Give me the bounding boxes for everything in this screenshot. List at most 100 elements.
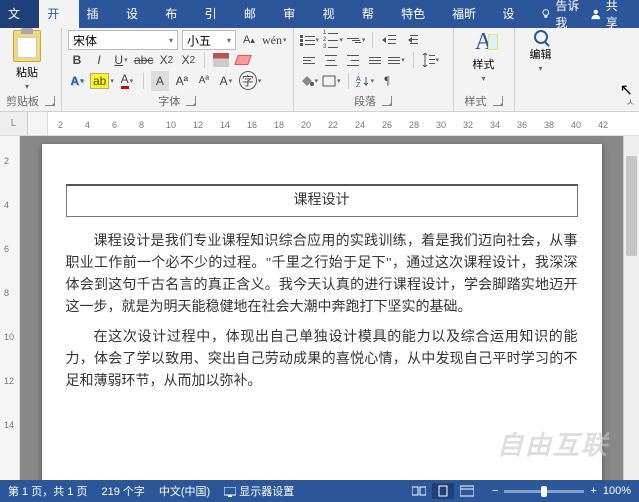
horizontal-ruler[interactable]: L 24681012141618202224262830323436384042 [0, 112, 639, 136]
outdent-icon [382, 34, 396, 46]
align-left-button[interactable] [300, 50, 318, 70]
eraser-icon [235, 55, 253, 65]
align-left-icon [303, 55, 315, 66]
tab-layout[interactable]: 布局 [157, 0, 196, 28]
tell-me[interactable]: 告诉我 [540, 0, 590, 31]
increase-indent-button[interactable] [402, 30, 420, 50]
strikethrough-button[interactable]: abc [134, 50, 153, 70]
group-styles: A 样式 ▾ 样式 [454, 28, 515, 111]
align-right-button[interactable] [344, 50, 362, 70]
tab-review[interactable]: 审阅 [275, 0, 314, 28]
bold-button[interactable]: B [68, 50, 86, 70]
grow-font-button[interactable]: A▴ [240, 30, 258, 50]
phonetic-guide-button[interactable]: wén [262, 30, 287, 50]
tab-help[interactable]: 帮助 [354, 0, 393, 28]
format-painter-button[interactable] [212, 50, 230, 70]
status-language[interactable]: 中文(中国) [159, 483, 210, 499]
paragraph-launcher[interactable] [382, 96, 392, 106]
styles-icon: A [475, 30, 492, 54]
font-color-button[interactable]: A [118, 71, 136, 91]
underline-button[interactable]: U [112, 50, 130, 70]
line-spacing-button[interactable] [421, 50, 440, 70]
distributed-button[interactable] [388, 50, 406, 70]
align-justify-button[interactable] [366, 50, 384, 70]
ruler-scale: 24681012141618202224262830323436384042 [48, 112, 639, 135]
numbering-button[interactable]: 123 [323, 30, 343, 50]
clipboard-launcher[interactable] [45, 96, 55, 106]
tab-insert[interactable]: 插入 [79, 0, 118, 28]
zoom-out-button[interactable]: − [492, 485, 498, 497]
shrink-font-button[interactable]: Aª [195, 71, 213, 91]
print-layout-button[interactable] [432, 483, 454, 499]
collapse-ribbon-button[interactable]: ㅅ [626, 94, 635, 109]
tab-design[interactable]: 设计 [118, 0, 157, 28]
grow-font-button[interactable]: Aª [173, 71, 191, 91]
bullets-button[interactable] [300, 30, 320, 50]
status-display[interactable]: 显示器设置 [224, 483, 294, 499]
tab-design2[interactable]: 设计 [494, 0, 533, 28]
multilevel-icon [347, 38, 361, 43]
tab-view[interactable]: 视图 [315, 0, 354, 28]
chevron-down-icon: ▾ [227, 36, 231, 45]
font-size-combo[interactable]: 小五▾ [182, 30, 236, 50]
vertical-scrollbar[interactable] [623, 136, 639, 480]
view-buttons [408, 483, 478, 499]
styles-launcher[interactable] [493, 96, 503, 106]
group-font: 宋体▾ 小五▾ A▴ wén B I U abc X2 X2 A ab A A … [62, 28, 294, 111]
char-shading-button[interactable]: A [151, 71, 169, 91]
multilevel-list-button[interactable] [347, 30, 366, 50]
share-button[interactable]: 共享 [590, 0, 629, 31]
status-bar: 第 1 页，共 1 页 219 个字 中文(中国) 显示器设置 − + 100% [0, 480, 639, 502]
show-marks-button[interactable]: ¶ [378, 71, 396, 91]
tab-references[interactable]: 引用 [197, 0, 236, 28]
tab-special[interactable]: 特色功 [393, 0, 444, 28]
superscript-button[interactable]: X2 [179, 50, 197, 70]
document-page[interactable]: 课程设计 课程设计是我们专业课程知识综合应用的实践训练，着是我们迈向社会，从事职… [42, 144, 602, 480]
person-icon [590, 8, 602, 20]
group-paragraph: 123 AZ ¶ 段落 [294, 28, 454, 111]
zoom-slider[interactable] [504, 490, 584, 493]
font-name-combo[interactable]: 宋体▾ [68, 30, 178, 50]
status-words[interactable]: 219 个字 [101, 483, 144, 499]
align-center-button[interactable] [322, 50, 340, 70]
document-title[interactable]: 课程设计 [66, 184, 578, 217]
page-area[interactable]: 课程设计 课程设计是我们专业课程知识综合应用的实践训练，着是我们迈向社会，从事职… [20, 136, 623, 480]
styles-label: 样式 [473, 56, 495, 72]
tab-file[interactable]: 文件 [0, 0, 39, 28]
separator [143, 73, 144, 89]
status-page[interactable]: 第 1 页，共 1 页 [8, 483, 87, 499]
highlight-button[interactable]: ab [90, 71, 114, 91]
italic-button[interactable]: I [90, 50, 108, 70]
shading-button[interactable] [300, 71, 319, 91]
separator [348, 73, 349, 89]
sort-button[interactable]: AZ [356, 71, 375, 91]
tab-home[interactable]: 开始 [39, 0, 78, 28]
separator [413, 52, 414, 68]
scrollbar-thumb[interactable] [626, 156, 637, 256]
change-case-button[interactable]: A [217, 71, 235, 91]
read-mode-button[interactable] [408, 483, 430, 499]
borders-button[interactable] [322, 71, 341, 91]
font-launcher[interactable] [186, 96, 196, 106]
bullets-icon [300, 35, 315, 46]
zoom-level[interactable]: 100% [603, 485, 631, 497]
web-icon [460, 485, 474, 497]
paragraph-1[interactable]: 课程设计是我们专业课程知识综合应用的实践训练，着是我们迈向社会，从事职业工作前一… [66, 231, 578, 319]
bulb-icon [540, 8, 552, 20]
text-effects-button[interactable]: A [68, 71, 86, 91]
paste-button[interactable]: 粘贴 ▾ [6, 30, 48, 91]
web-layout-button[interactable] [456, 483, 478, 499]
subscript-button[interactable]: X2 [157, 50, 175, 70]
vertical-ruler[interactable]: 2468101214 [0, 136, 20, 480]
editing-button[interactable]: 编辑 ▾ [521, 30, 561, 73]
clear-format-button[interactable] [234, 50, 252, 70]
zoom-in-button[interactable]: + [590, 485, 596, 497]
decrease-indent-button[interactable] [380, 30, 398, 50]
tab-selector[interactable]: L [0, 112, 28, 135]
tab-foxit[interactable]: 福昕PI [444, 0, 494, 28]
tab-mailings[interactable]: 邮件 [236, 0, 275, 28]
paragraph-2[interactable]: 在这次设计过程中，体现出自己单独设计模具的能力以及综合运用知识的能力，体会了学以… [66, 327, 578, 393]
styles-button[interactable]: A 样式 ▾ [460, 30, 508, 83]
font-group-label: 字体 [158, 93, 180, 109]
enclose-char-button[interactable]: 字 [239, 71, 262, 91]
